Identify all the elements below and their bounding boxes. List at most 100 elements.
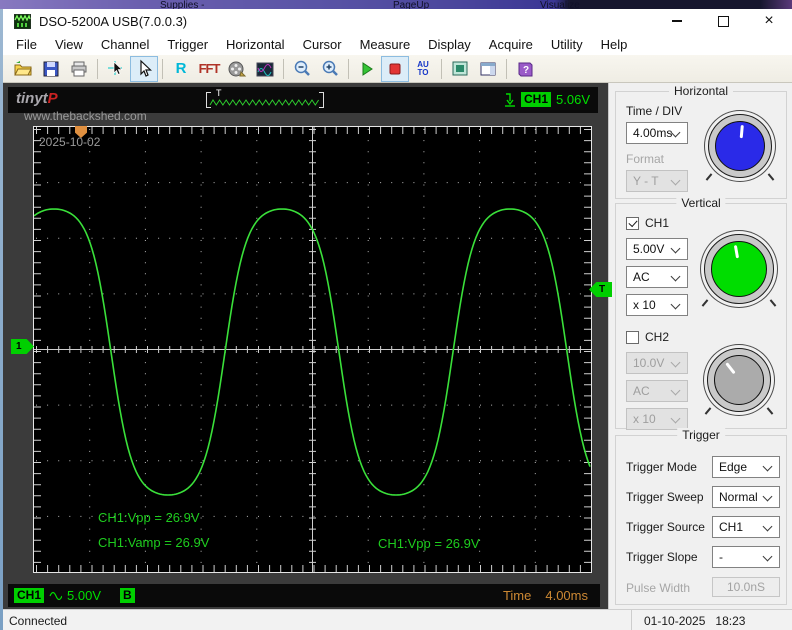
background-window-strip: Supplies - PageUp Visualize — [0, 0, 792, 9]
app-window: DSO-5200A USB(7.0.0.3) × File View Chann… — [3, 9, 792, 630]
trigger-mode-label: Trigger Mode — [626, 460, 697, 474]
toolbar-separator — [283, 58, 284, 79]
ch2-checkbox-row[interactable]: CH2 — [626, 330, 669, 344]
toolbar-separator — [506, 58, 507, 79]
measurement-vpp: CH1:Vpp = 26.9V — [98, 510, 200, 525]
status-date: 01-10-2025 — [644, 613, 706, 628]
ac-coupling-icon — [49, 591, 63, 601]
desktop: Supplies - PageUp Visualize DSO-5200A US… — [0, 0, 792, 630]
full-screen-button[interactable] — [446, 56, 474, 82]
ch1-probe-select[interactable]: x 10 — [626, 294, 688, 316]
window-layout-button[interactable] — [474, 56, 502, 82]
measurement-vamp: CH1:Vamp = 26.9V — [98, 535, 210, 550]
maximize-button[interactable] — [700, 9, 746, 33]
horizontal-knob[interactable] — [708, 114, 772, 178]
menu-measure[interactable]: Measure — [351, 35, 420, 54]
trigger-source-select[interactable]: CH1 — [712, 516, 780, 538]
svg-text:?: ? — [523, 65, 529, 76]
background-text: Visualize — [540, 0, 580, 9]
background-text: PageUp — [393, 0, 430, 9]
readout-voltage: 5.06V — [556, 92, 590, 107]
trigger-level-marker[interactable]: T — [589, 282, 612, 297]
refresh-button[interactable]: R — [167, 56, 195, 82]
auto-set-button[interactable]: AU TO — [409, 56, 437, 82]
bottom-channel-badge: CH1 — [14, 588, 45, 603]
pulse-width-input: 10.0nS — [712, 577, 780, 597]
trigger-source-row: Trigger Source CH1 — [616, 516, 786, 538]
menu-utility[interactable]: Utility — [542, 35, 592, 54]
status-time: 18:23 — [715, 613, 746, 628]
ch2-position-knob — [707, 348, 771, 412]
ch2-label: CH2 — [645, 330, 670, 344]
connection-status: Connected — [9, 613, 68, 628]
ch1-ground-marker[interactable]: 1 — [11, 339, 34, 354]
readout-channel-badge: CH1 — [521, 92, 552, 107]
menu-acquire[interactable]: Acquire — [480, 35, 542, 54]
ch2-checkbox[interactable] — [626, 330, 639, 344]
trigger-slope-select[interactable]: - — [712, 546, 780, 568]
trigger-sweep-row: Trigger Sweep Normal — [616, 486, 786, 508]
toolbar-separator — [162, 58, 163, 79]
save-button[interactable] — [37, 56, 65, 82]
ch1-volts-select[interactable]: 5.00V — [626, 238, 688, 260]
time-div-select[interactable]: 4.00ms — [626, 122, 688, 144]
help-button[interactable]: ? — [511, 56, 539, 82]
control-panel: Horizontal Time / DIV 4.00ms Format Y - … — [608, 83, 792, 609]
vertical-group-title: Vertical — [676, 196, 726, 210]
fft-button[interactable]: FFT — [195, 56, 223, 82]
trigger-group-title: Trigger — [677, 428, 725, 442]
cursor-select-button[interactable] — [130, 55, 158, 82]
trigger-mode-select[interactable]: Edge — [712, 456, 780, 478]
bandwidth-badge: B — [120, 588, 135, 603]
zoom-out-button[interactable] — [288, 56, 316, 82]
time-label: Time — [502, 588, 532, 603]
title-bar[interactable]: DSO-5200A USB(7.0.0.3) × — [3, 9, 792, 33]
snapshot-button[interactable] — [251, 56, 279, 82]
record-button[interactable] — [223, 56, 251, 82]
menu-horizontal[interactable]: Horizontal — [217, 35, 294, 54]
trigger-level-icon — [505, 93, 515, 107]
horizontal-group-title: Horizontal — [668, 84, 734, 98]
stop-button[interactable] — [381, 55, 409, 82]
print-button[interactable] — [65, 56, 93, 82]
trigger-source-label: Trigger Source — [626, 520, 705, 534]
menu-display[interactable]: Display — [419, 35, 480, 54]
ch1-position-knob[interactable] — [704, 234, 774, 304]
menu-view[interactable]: View — [46, 35, 92, 54]
menu-channel[interactable]: Channel — [92, 35, 158, 54]
window-title: DSO-5200A USB(7.0.0.3) — [39, 13, 188, 29]
waveform-plot — [34, 127, 591, 572]
background-text: Supplies - — [160, 0, 205, 9]
zoom-in-button[interactable] — [316, 56, 344, 82]
trigger-slope-label: Trigger Slope — [626, 550, 698, 564]
menu-file[interactable]: File — [7, 35, 46, 54]
scope-display[interactable]: 2025-10-02 CH1:Vpp = 26.9V CH1:Vamp = 26… — [33, 126, 592, 573]
time-div-label: Time / DIV — [626, 104, 683, 118]
menu-cursor[interactable]: Cursor — [294, 35, 351, 54]
window-controls: × — [654, 9, 792, 33]
pulse-width-label: Pulse Width — [626, 581, 691, 595]
ch1-label: CH1 — [645, 216, 670, 230]
close-button[interactable]: × — [746, 9, 792, 33]
scope-bottom-bar: CH1 5.00V B Time 4.00ms — [8, 584, 600, 607]
trigger-sweep-select[interactable]: Normal — [712, 486, 780, 508]
ch1-checkbox-row[interactable]: CH1 — [626, 216, 669, 230]
ch1-coupling-select[interactable]: AC — [626, 266, 688, 288]
toolbar-separator — [348, 58, 349, 79]
scope-date-label: 2025-10-02 — [39, 135, 101, 149]
buffer-preview[interactable]: T — [206, 88, 324, 110]
menu-help[interactable]: Help — [592, 35, 637, 54]
toolbar: R FFT AU TO ? — [3, 55, 792, 83]
start-button[interactable] — [353, 56, 381, 82]
trigger-mode-row: Trigger Mode Edge — [616, 456, 786, 478]
minimize-button[interactable] — [654, 9, 700, 33]
horizontal-group: Horizontal Time / DIV 4.00ms Format Y - … — [615, 84, 787, 199]
cursor-measure-button[interactable] — [102, 56, 130, 82]
open-file-button[interactable] — [9, 56, 37, 82]
main-area: tinytP T CH1 5.06V www.thebackshed.com 2… — [3, 83, 792, 609]
ch2-probe-select: x 10 — [626, 408, 688, 430]
ch1-checkbox[interactable] — [626, 216, 639, 230]
status-bar: Connected 01-10-2025 18:23 — [3, 609, 792, 630]
menu-trigger[interactable]: Trigger — [158, 35, 217, 54]
bottom-volts-per-div: 5.00V — [67, 588, 101, 603]
